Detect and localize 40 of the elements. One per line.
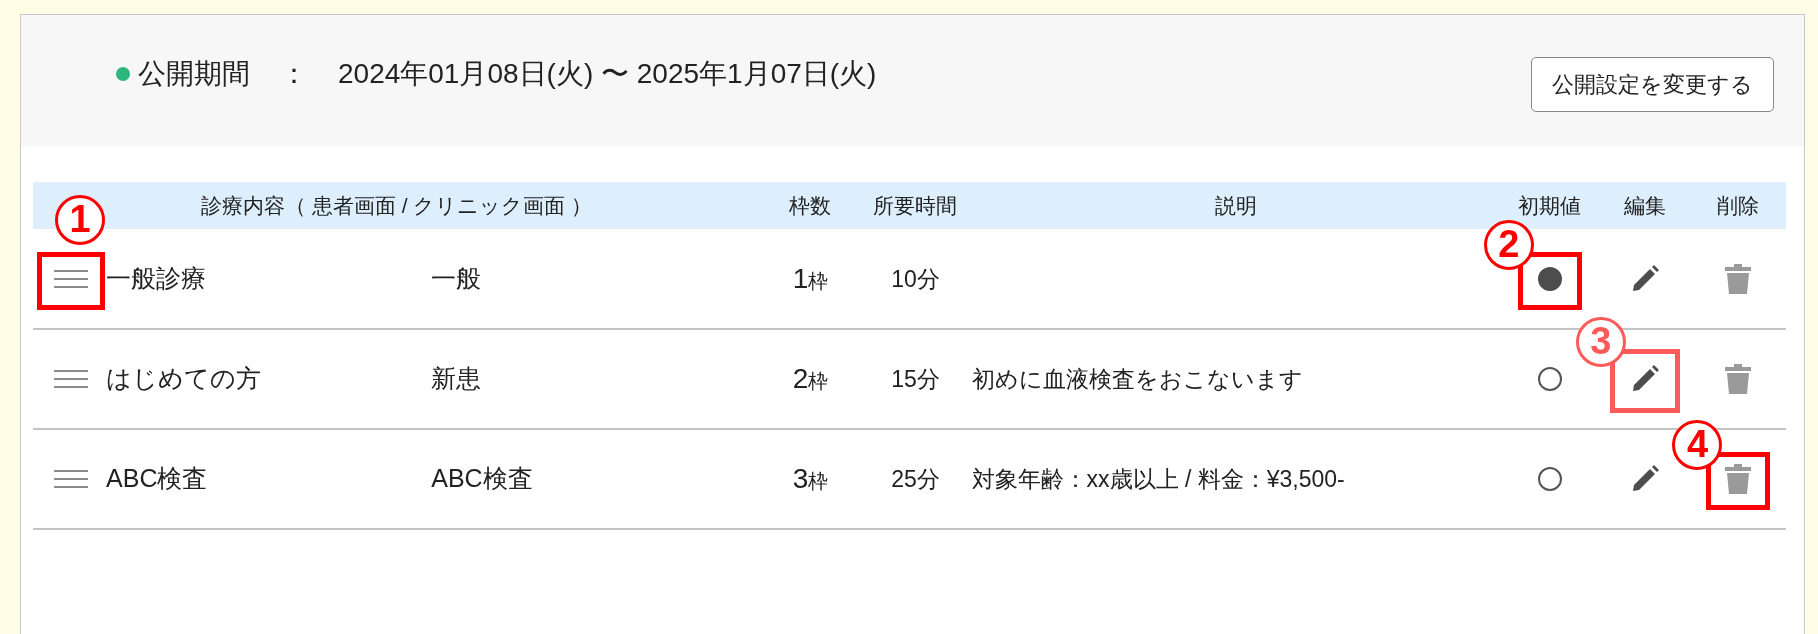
column-header: 編集 xyxy=(1598,182,1691,229)
drag-handle-icon[interactable] xyxy=(54,369,88,389)
slot-count: 1枠 xyxy=(792,264,829,293)
column-header: 枠数 xyxy=(760,182,861,229)
duration: 25分 xyxy=(891,466,940,493)
slot-count: 3枠 xyxy=(792,465,829,493)
trash-icon[interactable] xyxy=(1725,464,1752,494)
item-name: はじめての方 xyxy=(106,364,262,393)
separator: ： xyxy=(280,57,308,91)
duration: 15分 xyxy=(891,366,940,393)
column-header: 削除 xyxy=(1690,182,1786,229)
default-radio[interactable] xyxy=(1537,266,1562,291)
pencil-icon[interactable] xyxy=(1630,264,1659,293)
slot-count: 2枠 xyxy=(792,365,829,393)
column-header: 所要時間 xyxy=(860,182,971,229)
pencil-icon[interactable] xyxy=(1630,365,1659,393)
trash-icon[interactable] xyxy=(1725,263,1752,294)
description: 対象年齢：xx歳以上 / 料金：¥3,500- xyxy=(971,466,1345,493)
column-header: 初期値 xyxy=(1500,182,1599,229)
drag-handle-icon[interactable] xyxy=(54,469,88,489)
callout-number: 3 xyxy=(1575,317,1626,367)
status-dot xyxy=(116,67,130,81)
clinic-name: ABC検査 xyxy=(431,464,533,493)
change-settings-button[interactable]: 公開設定を変更する xyxy=(1531,57,1774,112)
default-radio[interactable] xyxy=(1537,367,1562,391)
drag-handle-icon[interactable] xyxy=(54,268,88,289)
callout-number: 4 xyxy=(1672,420,1723,470)
pencil-icon[interactable] xyxy=(1630,465,1659,493)
clinic-name: 一般 xyxy=(431,263,482,292)
item-name: ABC検査 xyxy=(106,464,208,493)
item-name: 一般診療 xyxy=(106,263,207,292)
default-radio[interactable] xyxy=(1537,467,1562,491)
column-header: 説明 xyxy=(970,182,1501,229)
trash-icon[interactable] xyxy=(1725,364,1752,394)
duration: 10分 xyxy=(891,265,940,292)
period-value: 2024年01月08日(火) 〜 2025年1月07日(火) xyxy=(338,57,877,91)
period-label: 公開期間 xyxy=(138,57,250,91)
description: 初めに血液検査をおこないます xyxy=(971,366,1303,393)
callout-number: 1 xyxy=(55,195,105,245)
clinic-name: 新患 xyxy=(431,364,482,393)
